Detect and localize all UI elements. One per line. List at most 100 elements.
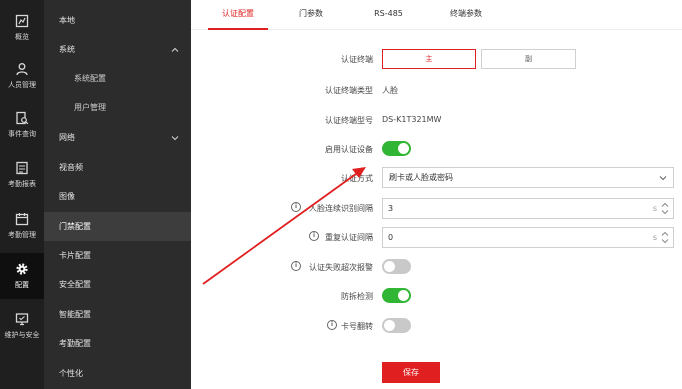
terminal-label: 认证终端	[341, 55, 373, 64]
submenu-item-user-manage[interactable]: 用户管理	[44, 93, 191, 122]
toggle-knob	[398, 143, 409, 154]
fail-alarm-toggle[interactable]	[382, 259, 411, 274]
submenu-item-label: 卡片配置	[59, 251, 91, 260]
submenu-item-label: 视音频	[59, 163, 83, 172]
submenu-item-label: 个性化	[59, 369, 83, 378]
submenu-item-label: 网络	[59, 133, 75, 142]
info-icon[interactable]: i	[327, 320, 337, 330]
terminal-model-value: DS-K1T321MW	[382, 115, 442, 124]
face-interval-value: 3	[388, 204, 394, 213]
submenu-item-system[interactable]: 系统	[44, 35, 191, 64]
repeat-interval-label: 重复认证间隔	[325, 233, 373, 242]
rail-label: 概览	[15, 33, 29, 41]
save-button[interactable]: 保存	[382, 362, 440, 383]
rail-item-attendance-manage[interactable]: 考勤管理	[0, 203, 44, 249]
rail-item-overview[interactable]: 概览	[0, 5, 44, 51]
terminal-main-label: 主	[425, 55, 433, 63]
terminal-type-value: 人脸	[382, 86, 398, 95]
card-reverse-label: 卡号翻转	[341, 322, 373, 331]
submenu-item-label: 本地	[59, 16, 75, 25]
submenu-item-label: 考勤配置	[59, 339, 91, 348]
rail-item-attendance-report[interactable]: 考勤报表	[0, 152, 44, 198]
submenu-item-local[interactable]: 本地	[44, 6, 191, 35]
submenu-item-label: 系统配置	[74, 74, 106, 83]
terminal-main-button[interactable]: 主	[382, 49, 476, 69]
toggle-knob	[384, 261, 395, 272]
auth-mode-select[interactable]: 刷卡或人脸或密码	[382, 167, 674, 188]
person-icon	[16, 63, 28, 76]
toggle-knob	[398, 290, 409, 301]
rail-label: 人员管理	[8, 81, 36, 89]
attendance-report-icon	[16, 161, 28, 175]
submenu-item-label: 门禁配置	[59, 222, 91, 231]
tab-rs485[interactable]: RS-485	[361, 0, 416, 30]
overview-icon	[15, 14, 29, 28]
submenu-item-personalize[interactable]: 个性化	[44, 359, 191, 388]
tab-label: 终端参数	[450, 9, 482, 18]
gear-icon	[16, 263, 28, 275]
rail-item-maintenance[interactable]: 维护与安全	[0, 303, 44, 349]
attendance-manage-icon	[15, 213, 29, 226]
rail-label: 考勤管理	[8, 231, 36, 239]
rail-item-person[interactable]: 人员管理	[0, 53, 44, 99]
repeat-interval-unit: s	[652, 233, 657, 242]
terminal-model-label: 认证终端型号	[325, 116, 373, 125]
submenu-item-attendance-config[interactable]: 考勤配置	[44, 329, 191, 358]
enable-device-label: 启用认证设备	[325, 145, 373, 154]
rail-label: 事件查询	[8, 130, 36, 138]
info-icon[interactable]: i	[291, 261, 301, 271]
rail-label: 考勤报表	[8, 180, 36, 188]
repeat-interval-value: 0	[388, 233, 394, 242]
stepper-arrows-icon[interactable]	[661, 201, 669, 216]
tab-label: RS-485	[374, 9, 403, 18]
submenu-item-label: 安全配置	[59, 280, 91, 289]
tab-bar: 认证配置 门参数 RS-485 终端参数	[191, 0, 682, 30]
toggle-knob	[384, 320, 395, 331]
submenu-item-smart-config[interactable]: 智能配置	[44, 300, 191, 329]
repeat-interval-input[interactable]: 0 s	[382, 227, 674, 248]
face-interval-input[interactable]: 3 s	[382, 198, 674, 219]
face-interval-unit: s	[652, 204, 657, 213]
face-interval-label: 人脸连续识别间隔	[309, 204, 373, 213]
terminal-sub-label: 副	[525, 55, 532, 63]
rail-item-event-search[interactable]: 事件查询	[0, 102, 44, 148]
icon-rail: 概览 人员管理 事件查询 考勤报表 考勤管理 配置 维护与安全	[0, 0, 44, 389]
terminal-type-label: 认证终端类型	[325, 86, 373, 95]
auth-mode-value: 刷卡或人脸或密码	[389, 173, 453, 182]
tab-auth-config[interactable]: 认证配置	[208, 0, 268, 30]
submenu-item-card-config[interactable]: 卡片配置	[44, 241, 191, 270]
tamper-label: 防拆检测	[341, 292, 373, 301]
tamper-toggle[interactable]	[382, 288, 411, 303]
submenu-item-label: 图像	[59, 192, 75, 201]
submenu-item-label: 智能配置	[59, 310, 91, 319]
submenu-item-label: 系统	[59, 45, 75, 54]
save-button-label: 保存	[403, 368, 419, 377]
stepper-arrows-icon[interactable]	[661, 230, 669, 245]
rail-label: 配置	[15, 281, 29, 289]
info-icon[interactable]: i	[291, 202, 301, 212]
fail-alarm-label: 认证失败超次报警	[309, 263, 373, 272]
event-search-icon	[16, 111, 29, 125]
tab-door-params[interactable]: 门参数	[286, 0, 336, 30]
tab-label: 门参数	[299, 9, 323, 18]
submenu-item-video-audio[interactable]: 视音频	[44, 153, 191, 182]
auth-mode-label: 认证方式	[341, 174, 373, 183]
submenu-item-security-config[interactable]: 安全配置	[44, 270, 191, 299]
chevron-down-icon	[171, 123, 179, 152]
submenu-item-network[interactable]: 网络	[44, 123, 191, 152]
info-icon[interactable]: i	[309, 231, 319, 241]
submenu-item-access-control[interactable]: 门禁配置	[44, 212, 191, 241]
rail-item-config[interactable]: 配置	[0, 253, 44, 299]
maintenance-icon	[15, 313, 29, 326]
submenu-item-label: 用户管理	[74, 103, 106, 112]
terminal-sub-button[interactable]: 副	[481, 49, 576, 69]
submenu-item-system-config[interactable]: 系统配置	[44, 64, 191, 93]
submenu-item-image[interactable]: 图像	[44, 182, 191, 211]
config-submenu: 本地 系统 系统配置 用户管理 网络 视音频 图像 门禁配置 卡片配置 安全配置…	[44, 0, 191, 389]
rail-label: 维护与安全	[4, 331, 40, 339]
tab-terminal-params[interactable]: 终端参数	[436, 0, 496, 30]
card-reverse-toggle[interactable]	[382, 318, 411, 333]
tab-label: 认证配置	[222, 9, 254, 18]
enable-device-toggle[interactable]	[382, 141, 411, 156]
chevron-down-icon	[659, 176, 667, 181]
